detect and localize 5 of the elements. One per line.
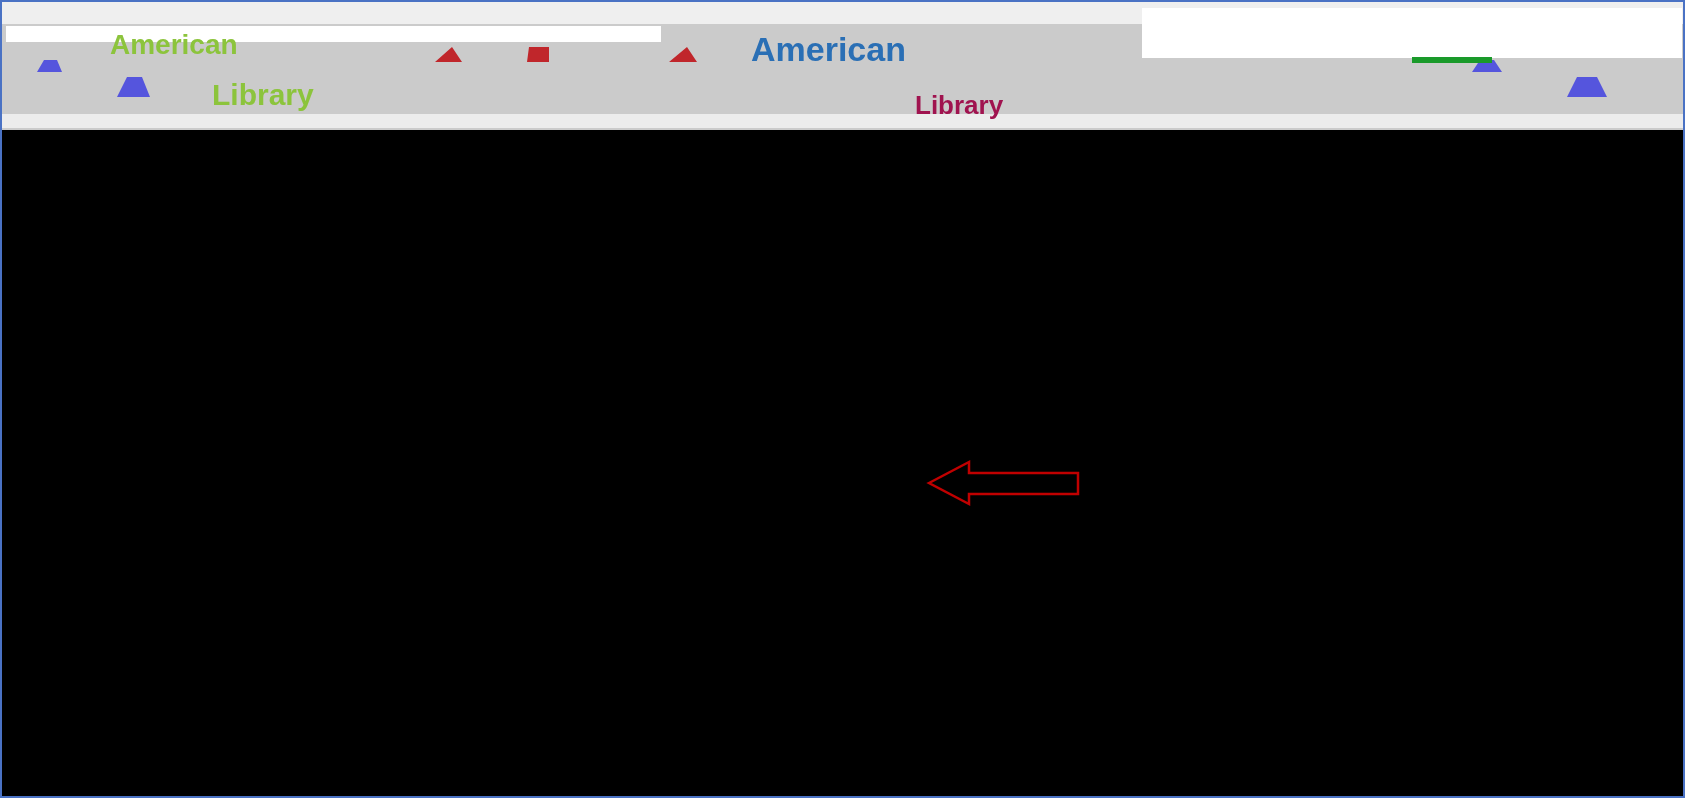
logo-text: American	[110, 32, 238, 58]
logo-text: Library	[212, 80, 314, 110]
left-arrow-icon	[926, 458, 1082, 508]
subtitle-text: Library	[915, 92, 1004, 118]
title-text: American	[751, 32, 906, 66]
